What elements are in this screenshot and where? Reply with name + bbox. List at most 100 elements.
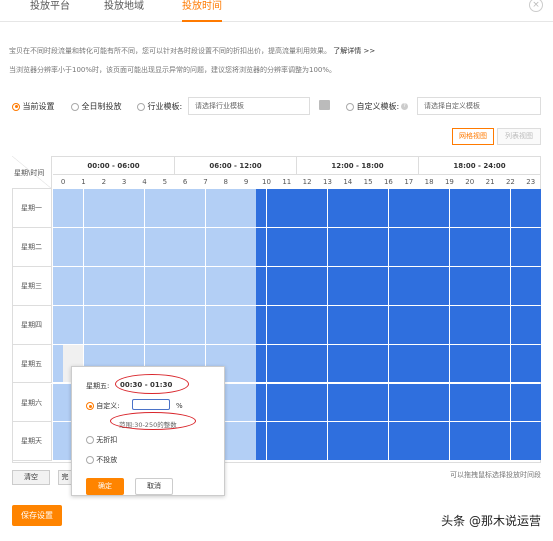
time-slot-cell[interactable]: [419, 344, 430, 383]
time-slot-cell[interactable]: [500, 189, 511, 227]
save-settings-button[interactable]: 保存设置: [12, 505, 62, 526]
time-slot-cell[interactable]: [185, 305, 196, 344]
time-slot-cell[interactable]: [256, 305, 267, 344]
time-slot-cell[interactable]: [154, 266, 165, 305]
time-slot-cell[interactable]: [215, 266, 226, 305]
time-slot-cell[interactable]: [419, 422, 430, 461]
time-slot-cell[interactable]: [530, 189, 541, 227]
time-slot-cell[interactable]: [480, 344, 491, 383]
time-slot-cell[interactable]: [378, 383, 389, 422]
time-slot-cell[interactable]: [449, 422, 460, 461]
time-slot-cell[interactable]: [337, 189, 348, 227]
time-slot-cell[interactable]: [408, 189, 419, 227]
time-slot-cell[interactable]: [286, 383, 297, 422]
time-slot-cell[interactable]: [246, 422, 257, 461]
time-slot-cell[interactable]: [490, 227, 501, 266]
time-slot-cell[interactable]: [530, 422, 541, 461]
time-slot-cell[interactable]: [276, 383, 287, 422]
time-slot-cell[interactable]: [215, 189, 226, 227]
time-slot-cell[interactable]: [408, 227, 419, 266]
time-slot-cell[interactable]: [236, 422, 247, 461]
time-slot-cell[interactable]: [225, 227, 236, 266]
time-slot-cell[interactable]: [297, 383, 308, 422]
option-custom[interactable]: 自定义模板:: [346, 101, 399, 112]
time-slot-cell[interactable]: [276, 344, 287, 383]
option-all-day[interactable]: 全日制投放: [71, 101, 122, 112]
time-slot-cell[interactable]: [225, 266, 236, 305]
time-slot-cell[interactable]: [449, 344, 460, 383]
time-slot-cell[interactable]: [256, 227, 267, 266]
time-slot-cell[interactable]: [175, 227, 186, 266]
time-slot-cell[interactable]: [510, 227, 521, 266]
time-slot-cell[interactable]: [307, 383, 318, 422]
time-slot-cell[interactable]: [53, 266, 64, 305]
time-slot-cell[interactable]: [164, 266, 175, 305]
time-slot-cell[interactable]: [103, 227, 114, 266]
time-slot-cell[interactable]: [439, 189, 450, 227]
time-slot-cell[interactable]: [347, 227, 358, 266]
time-slot-cell[interactable]: [327, 344, 338, 383]
time-slot-cell[interactable]: [175, 189, 186, 227]
time-slot-cell[interactable]: [378, 344, 389, 383]
time-slot-cell[interactable]: [469, 189, 480, 227]
time-slot-cell[interactable]: [266, 344, 277, 383]
popup-option-custom[interactable]: 自定义:: [86, 401, 120, 411]
time-slot-cell[interactable]: [398, 344, 409, 383]
time-slot-cell[interactable]: [124, 189, 135, 227]
tab-platform[interactable]: 投放平台: [30, 0, 70, 22]
time-slot-cell[interactable]: [378, 189, 389, 227]
time-slot-cell[interactable]: [490, 189, 501, 227]
time-slot-cell[interactable]: [429, 189, 440, 227]
time-slot-cell[interactable]: [134, 305, 145, 344]
time-slot-cell[interactable]: [449, 266, 460, 305]
time-slot-cell[interactable]: [459, 344, 470, 383]
time-slot-cell[interactable]: [73, 189, 84, 227]
time-slot-cell[interactable]: [53, 189, 64, 227]
time-slot-cell[interactable]: [530, 266, 541, 305]
time-slot-cell[interactable]: [510, 383, 521, 422]
time-slot-cell[interactable]: [286, 189, 297, 227]
time-slot-cell[interactable]: [307, 344, 318, 383]
time-slot-cell[interactable]: [225, 305, 236, 344]
time-slot-cell[interactable]: [480, 189, 491, 227]
time-slot-cell[interactable]: [164, 227, 175, 266]
help-icon[interactable]: ?: [401, 103, 408, 110]
time-slot-cell[interactable]: [490, 266, 501, 305]
time-slot-cell[interactable]: [388, 344, 399, 383]
time-slot-cell[interactable]: [459, 189, 470, 227]
time-slot-cell[interactable]: [520, 383, 531, 422]
time-slot-cell[interactable]: [276, 227, 287, 266]
list-view-button[interactable]: 列表视图: [497, 128, 541, 145]
option-industry[interactable]: 行业模板:: [137, 101, 182, 112]
time-slot-cell[interactable]: [510, 344, 521, 383]
time-slot-cell[interactable]: [327, 266, 338, 305]
time-slot-cell[interactable]: [195, 189, 206, 227]
time-slot-cell[interactable]: [480, 305, 491, 344]
time-slot-cell[interactable]: [317, 266, 328, 305]
time-slot-cell[interactable]: [510, 305, 521, 344]
time-slot-cell[interactable]: [510, 422, 521, 461]
time-slot-cell[interactable]: [307, 422, 318, 461]
time-slot-cell[interactable]: [246, 189, 257, 227]
time-slot-cell[interactable]: [449, 383, 460, 422]
time-slot-cell[interactable]: [266, 227, 277, 266]
time-slot-cell[interactable]: [53, 383, 64, 422]
time-slot-cell[interactable]: [510, 189, 521, 227]
time-slot-cell[interactable]: [419, 189, 430, 227]
time-slot-cell[interactable]: [205, 305, 216, 344]
time-slot-cell[interactable]: [246, 383, 257, 422]
time-slot-cell[interactable]: [286, 422, 297, 461]
time-slot-cell[interactable]: [83, 305, 94, 344]
time-slot-cell[interactable]: [307, 305, 318, 344]
time-slot-cell[interactable]: [297, 422, 308, 461]
time-slot-cell[interactable]: [368, 266, 379, 305]
time-slot-cell[interactable]: [358, 266, 369, 305]
time-slot-cell[interactable]: [286, 344, 297, 383]
time-slot-cell[interactable]: [368, 344, 379, 383]
time-slot-cell[interactable]: [114, 189, 125, 227]
time-slot-cell[interactable]: [246, 266, 257, 305]
time-slot-cell[interactable]: [266, 305, 277, 344]
time-slot-cell[interactable]: [83, 227, 94, 266]
time-slot-cell[interactable]: [490, 422, 501, 461]
time-slot-cell[interactable]: [388, 422, 399, 461]
